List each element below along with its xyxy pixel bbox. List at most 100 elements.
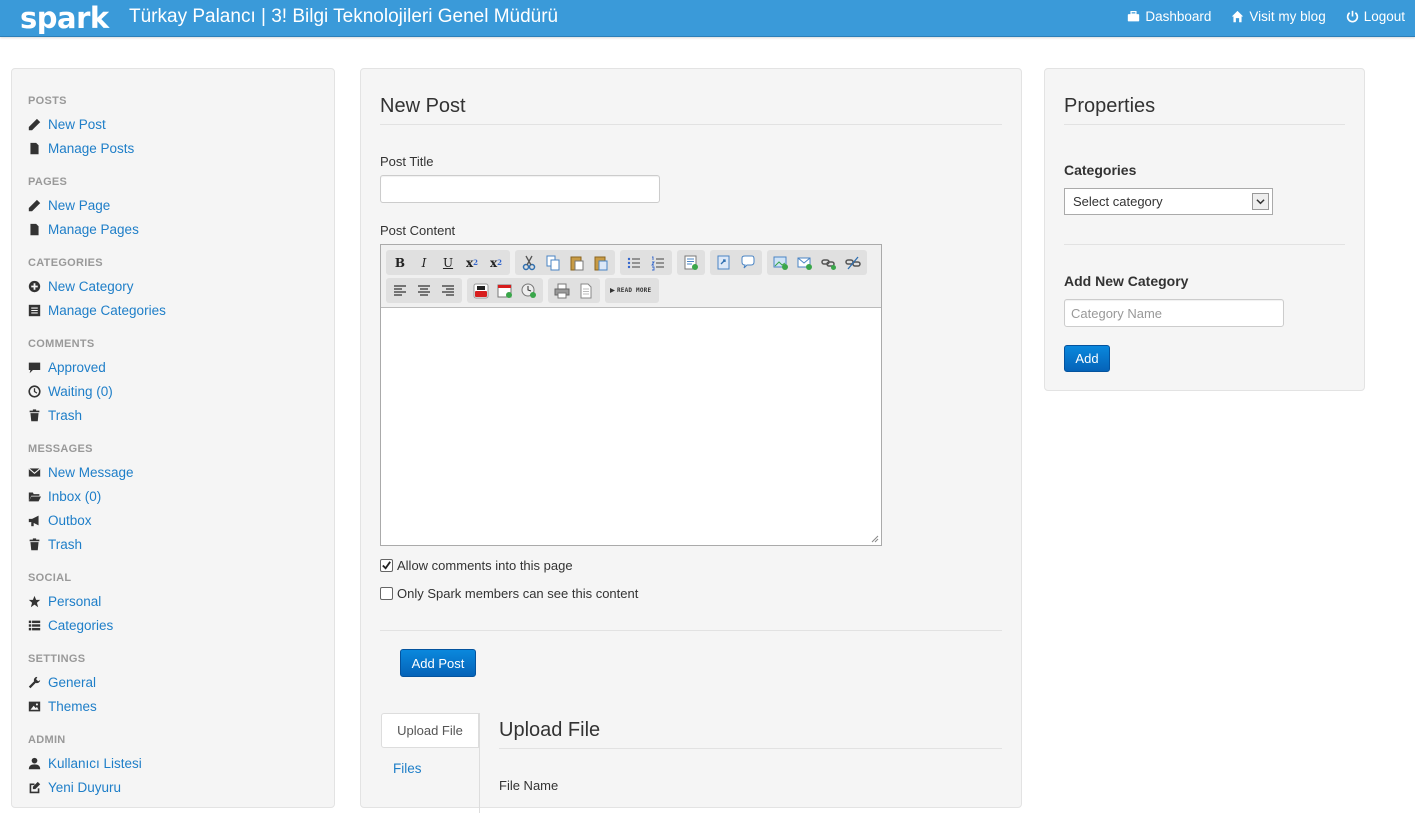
read-more-button[interactable]: READ MORE [607,287,654,294]
sidebar-item-label: Yeni Duyuru [48,780,122,795]
align-left-icon[interactable] [388,280,412,302]
copy-icon[interactable] [541,252,565,274]
resize-grip-icon[interactable] [871,535,879,543]
members-only-checkbox[interactable] [380,587,393,600]
underline-icon[interactable]: U [436,252,460,274]
sidebar-item-manage-categories[interactable]: Manage Categories [28,303,166,318]
sidebar-item-themes[interactable]: Themes [28,699,97,714]
cut-icon[interactable] [517,252,541,274]
source-icon[interactable] [712,252,736,274]
insert-image-icon[interactable] [769,252,793,274]
envelope-icon [28,468,41,477]
wrench-icon [28,676,41,689]
allow-comments-checkbox[interactable] [380,559,393,572]
sidebar-item-messages-trash[interactable]: Trash [28,537,82,552]
properties-divider [1064,124,1345,125]
visit-blog-link[interactable]: Visit my blog [1231,9,1326,24]
members-only-option: Only Spark members can see this content [380,586,638,601]
youtube-icon[interactable] [469,280,493,302]
comment-icon [28,362,41,374]
categories-label: Categories [1064,162,1137,178]
toolbar-group-print [548,278,600,303]
sidebar-item-new-page[interactable]: New Page [28,198,110,213]
post-title-input[interactable] [380,175,660,203]
title-divider [380,124,1002,125]
pencil-icon [28,199,41,212]
sidebar-item-label: Trash [48,537,83,552]
bulleted-list-icon[interactable] [622,252,646,274]
visit-blog-link-label: Visit my blog [1249,9,1326,24]
category-divider [1064,244,1345,245]
sidebar-item-general[interactable]: General [28,675,96,690]
insert-link-icon[interactable] [817,252,841,274]
insert-email-icon[interactable] [793,252,817,274]
nav-header-settings: SETTINGS [28,653,86,665]
calendar-icon[interactable] [493,280,517,302]
allow-comments-label: Allow comments into this page [397,558,573,573]
unlink-icon[interactable] [841,252,865,274]
sidebar-item-approved[interactable]: Approved [28,360,106,375]
sidebar-item-new-category[interactable]: New Category [28,279,134,294]
editor-content-area[interactable] [381,308,881,545]
sidebar-item-label: Inbox (0) [48,489,102,504]
play-arrow-icon [610,288,615,293]
sidebar-item-label: Manage Categories [48,303,166,318]
category-select[interactable]: Select category [1064,188,1273,215]
sidebar-item-label: Manage Pages [48,222,139,237]
read-more-label: READ MORE [617,287,652,294]
sidebar-item-new-post[interactable]: New Post [28,117,106,132]
properties-panel: Properties Categories Select category Ad… [1044,68,1365,391]
superscript-icon[interactable]: x2 [484,252,508,274]
add-category-button[interactable]: Add [1064,345,1110,372]
sidebar-item-outbox[interactable]: Outbox [28,513,92,528]
add-post-button[interactable]: Add Post [400,649,476,677]
subscript-icon[interactable]: x2 [460,252,484,274]
nav-header-pages: PAGES [28,176,68,188]
logout-link[interactable]: Logout [1346,9,1405,24]
sidebar-item-social-categories[interactable]: Categories [28,618,113,633]
trash-icon [29,409,40,422]
sidebar-item-new-message[interactable]: New Message [28,465,134,480]
paste-icon[interactable] [565,252,589,274]
numbered-list-icon[interactable] [646,252,670,274]
sidebar-item-label: Kullanıcı Listesi [48,756,142,771]
bold-icon[interactable]: B [388,252,412,274]
site-title: Türkay Palancı | 3! Bilgi Teknolojileri … [129,6,559,27]
brand-logo[interactable]: spark [20,1,109,35]
folder-open-icon [28,492,41,502]
sidebar-item-user-list[interactable]: Kullanıcı Listesi [28,756,142,771]
category-name-input[interactable] [1064,299,1284,327]
sidebar-item-manage-pages[interactable]: Manage Pages [28,222,139,237]
file-icon [30,142,39,155]
sidebar-item-waiting[interactable]: Waiting (0) [28,384,113,399]
category-select-value: Select category [1073,194,1163,209]
list-alt-icon [28,304,41,317]
sidebar-item-inbox[interactable]: Inbox (0) [28,489,101,504]
sidebar-item-manage-posts[interactable]: Manage Posts [28,141,134,156]
tab-upload-file[interactable]: Upload File [381,713,479,748]
align-right-icon[interactable] [436,280,460,302]
sidebar-item-label: Themes [48,699,97,714]
paste-word-icon[interactable] [589,252,613,274]
file-name-label: File Name [499,778,559,793]
clock-add-icon[interactable] [517,280,541,302]
toolbar-group-format: B I U x2 x2 [386,250,510,275]
nav-header-admin: ADMIN [28,734,66,746]
upload-file-title: Upload File [499,719,601,741]
dashboard-link[interactable]: Dashboard [1127,9,1211,24]
sidebar-item-personal[interactable]: Personal [28,594,101,609]
print-icon[interactable] [550,280,574,302]
sidebar-item-label: Trash [48,408,83,423]
preview-icon[interactable] [574,280,598,302]
select-arrow[interactable] [1252,193,1269,210]
speech-bubble-icon[interactable] [736,252,760,274]
sidebar-item-label: New Message [48,465,134,480]
sidebar-item-comments-trash[interactable]: Trash [28,408,82,423]
templates-icon[interactable] [679,252,703,274]
italic-icon[interactable]: I [412,252,436,274]
sidebar-item-new-announcement[interactable]: Yeni Duyuru [28,780,121,795]
rich-text-editor: B I U x2 x2 READ MORE [380,244,882,546]
tab-files[interactable]: Files [393,761,422,776]
home-icon [1232,10,1244,23]
align-center-icon[interactable] [412,280,436,302]
